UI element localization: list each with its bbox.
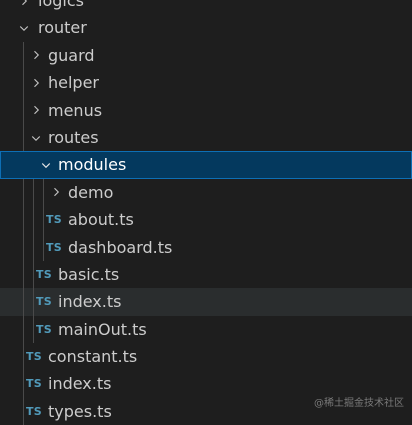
- tree-item-guard[interactable]: guard: [0, 41, 412, 70]
- indent-guide: [33, 206, 34, 234]
- indent-guide: [33, 233, 34, 261]
- indent-guide: [43, 178, 44, 207]
- tree-item-label: index.ts: [58, 292, 122, 312]
- tree-item-menus[interactable]: menus: [0, 96, 412, 124]
- indent-guide: [23, 260, 24, 289]
- tree-item-label: guard: [48, 45, 95, 65]
- typescript-file-icon: TS: [26, 350, 42, 364]
- indent-guide: [23, 96, 24, 124]
- tree-item-constant-ts[interactable]: TS constant.ts: [0, 343, 412, 371]
- tree-item-routes[interactable]: routes: [0, 123, 412, 152]
- indent-guide: [33, 178, 34, 207]
- chevron-down-icon[interactable]: [28, 124, 44, 151]
- tree-item-label: helper: [48, 73, 100, 93]
- typescript-file-icon: TS: [26, 377, 42, 391]
- tree-item-label: router: [38, 18, 87, 38]
- indent-guide: [33, 315, 34, 344]
- indent-guide: [23, 69, 24, 97]
- typescript-file-icon: TS: [46, 213, 62, 227]
- typescript-file-icon: TS: [26, 404, 42, 418]
- typescript-file-icon: TS: [36, 267, 52, 281]
- indent-guide: [23, 288, 24, 316]
- watermark: @稀土掘金技术社区: [314, 398, 404, 409]
- tree-item-label: types.ts: [48, 401, 112, 421]
- chevron-right-icon[interactable]: [16, 0, 32, 14]
- indent-guide: [23, 397, 24, 425]
- tree-item-label: menus: [48, 100, 103, 120]
- tree-item-label: modules: [58, 155, 127, 175]
- indent-guide: [23, 233, 24, 261]
- typescript-file-icon: TS: [36, 295, 52, 309]
- tree-item-label: routes: [48, 127, 99, 147]
- tree-item-logics[interactable]: logics: [0, 0, 412, 14]
- indent-guide: [23, 370, 24, 398]
- tree-item-label: mainOut.ts: [58, 319, 147, 339]
- tree-item-router[interactable]: router: [0, 14, 412, 41]
- tree-item-label: constant.ts: [48, 347, 138, 367]
- tree-item-helper[interactable]: helper: [0, 69, 412, 97]
- indent-guide: [43, 206, 44, 234]
- tree-item-label: basic.ts: [58, 264, 120, 284]
- indent-guide: [23, 41, 24, 70]
- tree-item-label: dashboard.ts: [68, 237, 173, 257]
- file-explorer-tree: logics router guard helper menus routes …: [0, 0, 412, 425]
- typescript-file-icon: TS: [46, 240, 62, 254]
- indent-guide: [33, 288, 34, 316]
- typescript-file-icon: TS: [36, 322, 52, 336]
- chevron-right-icon[interactable]: [28, 69, 44, 96]
- chevron-right-icon[interactable]: [28, 42, 44, 69]
- tree-item-routes-index-ts[interactable]: TS index.ts: [0, 288, 412, 316]
- tree-item-label: logics: [38, 0, 84, 10]
- chevron-right-icon[interactable]: [48, 179, 64, 206]
- chevron-right-icon[interactable]: [28, 97, 44, 124]
- tree-item-modules[interactable]: modules: [0, 151, 412, 179]
- tree-item-basic-ts[interactable]: TS basic.ts: [0, 260, 412, 289]
- tree-item-dashboard-ts[interactable]: TS dashboard.ts: [0, 233, 412, 261]
- chevron-down-icon[interactable]: [16, 14, 32, 41]
- indent-guide: [43, 233, 44, 261]
- tree-item-label: about.ts: [68, 210, 134, 230]
- indent-guide: [33, 260, 34, 289]
- tree-item-label: index.ts: [48, 374, 112, 394]
- indent-guide: [23, 178, 24, 207]
- indent-guide: [23, 315, 24, 344]
- tree-item-demo[interactable]: demo: [0, 178, 412, 207]
- tree-item-mainout-ts[interactable]: TS mainOut.ts: [0, 315, 412, 344]
- indent-guide: [23, 206, 24, 234]
- chevron-down-icon[interactable]: [38, 151, 54, 178]
- indent-guide: [23, 343, 24, 371]
- indent-guide: [23, 123, 24, 152]
- tree-item-about-ts[interactable]: TS about.ts: [0, 206, 412, 234]
- tree-item-label: demo: [68, 182, 114, 202]
